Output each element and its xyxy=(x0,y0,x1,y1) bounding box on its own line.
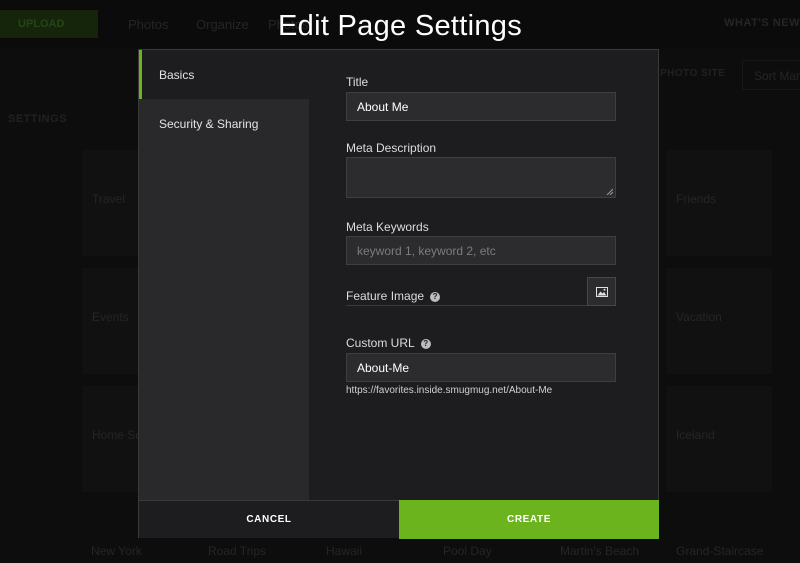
title-label: Title xyxy=(346,75,369,89)
edit-page-settings-dialog: Basics Security & Sharing Title Meta Des… xyxy=(138,49,659,539)
feature-image-label: Feature Image? xyxy=(346,289,441,303)
feature-image-divider xyxy=(346,305,588,306)
settings-sidebar: Basics Security & Sharing xyxy=(139,50,309,500)
dialog-footer: CANCEL CREATE xyxy=(139,500,659,539)
custom-url-input[interactable] xyxy=(346,353,616,382)
sidebar-item-basics[interactable]: Basics xyxy=(139,50,309,99)
meta-description-textarea[interactable] xyxy=(346,157,616,198)
url-preview: https://favorites.inside.smugmug.net/Abo… xyxy=(346,385,553,396)
create-button[interactable]: CREATE xyxy=(399,500,659,539)
feature-image-button[interactable] xyxy=(587,277,616,306)
sidebar-item-security-sharing[interactable]: Security & Sharing xyxy=(139,99,309,148)
modal-title: Edit Page Settings xyxy=(278,10,522,42)
custom-url-label-text: Custom URL xyxy=(346,336,415,350)
help-icon[interactable]: ? xyxy=(430,292,441,302)
feature-image-label-text: Feature Image xyxy=(346,289,425,303)
custom-url-label: Custom URL? xyxy=(346,336,431,350)
image-icon xyxy=(595,286,608,297)
help-icon[interactable]: ? xyxy=(420,339,431,349)
meta-keywords-label: Meta Keywords xyxy=(346,220,429,234)
sidebar-item-label: Security & Sharing xyxy=(159,116,259,131)
title-input[interactable] xyxy=(346,92,616,121)
cancel-button[interactable]: CANCEL xyxy=(139,501,399,538)
resize-grip-icon[interactable] xyxy=(606,188,613,195)
meta-description-label: Meta Description xyxy=(346,141,437,155)
meta-keywords-input[interactable] xyxy=(346,236,616,265)
sidebar-item-label: Basics xyxy=(159,67,195,82)
